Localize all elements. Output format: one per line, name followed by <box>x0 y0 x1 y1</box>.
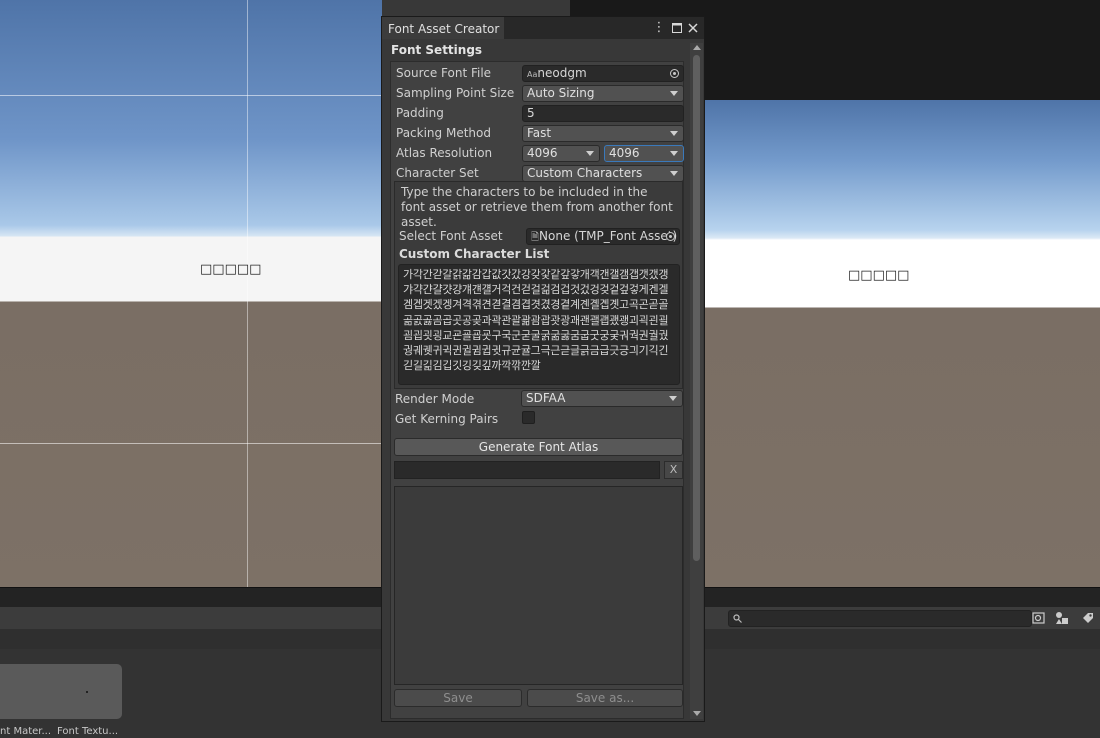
window-menu-button[interactable]: ⋮ <box>651 19 667 37</box>
output-feedback-area <box>394 486 683 685</box>
sampling-point-size-label: Sampling Point Size <box>396 86 515 100</box>
atlas-resolution-label: Atlas Resolution <box>396 146 493 160</box>
sampling-value: Auto Sizing <box>527 86 595 100</box>
chevron-down-icon <box>670 131 678 136</box>
grid-line <box>247 0 248 587</box>
chevron-down-icon <box>670 151 678 156</box>
atlas-width-value: 4096 <box>527 146 558 160</box>
custom-character-list-textarea[interactable]: 가각간갇갈갉갊감갑값갓갔강갖갗같갚갛개객갠갤갬갭갯갰갱갸갹갼걀걋걍걔걘걜거걱건걷… <box>398 264 680 385</box>
missing-glyph-text: □□□□□ <box>848 268 910 283</box>
scroll-down-icon[interactable] <box>693 711 701 716</box>
object-picker-icon[interactable] <box>670 69 679 78</box>
atlas-height-value: 4096 <box>609 146 640 160</box>
sampling-point-size-dropdown[interactable]: Auto Sizing <box>522 85 684 102</box>
padding-field[interactable]: 5 <box>522 105 684 122</box>
search-by-label-button[interactable] <box>1052 609 1072 627</box>
filter-search-icon <box>1032 612 1045 624</box>
texture-dot <box>86 691 88 693</box>
scrollbar-thumb[interactable] <box>693 55 700 561</box>
font-file-icon: Aa <box>527 70 538 79</box>
packing-method-label: Packing Method <box>396 126 491 140</box>
source-font-field[interactable]: Aaneodgm <box>522 65 684 82</box>
render-mode-label: Render Mode <box>395 392 475 406</box>
chevron-down-icon <box>670 91 678 96</box>
render-mode-value: SDFAA <box>526 391 566 405</box>
chevron-down-icon <box>669 396 677 401</box>
search-icon <box>733 614 742 623</box>
scene-view-left[interactable]: □□□□□ <box>0 0 382 587</box>
label-button[interactable] <box>1078 609 1098 627</box>
asset-label[interactable]: Font Textu... <box>57 726 118 737</box>
custom-character-list-label: Custom Character List <box>399 247 550 261</box>
asset-thumbnail[interactable] <box>0 664 122 719</box>
save-button[interactable]: Save <box>394 689 522 707</box>
source-font-label: Source Font File <box>396 66 492 80</box>
kerning-label: Get Kerning Pairs <box>395 412 499 426</box>
maximize-icon <box>672 23 682 33</box>
scroll-up-icon[interactable] <box>693 45 701 50</box>
tag-icon <box>1083 613 1093 623</box>
close-icon <box>688 23 698 33</box>
padding-label: Padding <box>396 106 444 120</box>
object-picker-icon[interactable] <box>666 232 675 241</box>
kerning-checkbox[interactable] <box>522 411 535 424</box>
section-title: Font Settings <box>391 43 483 57</box>
search-input[interactable] <box>728 610 1032 627</box>
charset-value: Custom Characters <box>527 166 643 180</box>
atlas-width-dropdown[interactable]: 4096 <box>522 145 600 162</box>
character-set-label: Character Set <box>396 166 479 180</box>
select-font-asset-label: Select Font Asset <box>399 229 503 243</box>
grid-line <box>0 95 382 96</box>
character-set-box: Type the characters to be included in th… <box>394 181 683 389</box>
atlas-height-dropdown[interactable]: 4096 <box>604 145 684 162</box>
window-tab[interactable]: Font Asset Creator <box>382 17 504 39</box>
scene-view-right[interactable]: □□□□□ <box>703 100 1100 587</box>
grid-line <box>0 443 382 444</box>
chevron-down-icon <box>670 171 678 176</box>
character-set-dropdown[interactable]: Custom Characters <box>522 165 684 182</box>
clear-button[interactable]: X <box>664 461 683 479</box>
shapes-icon <box>1056 612 1068 624</box>
generate-font-atlas-button[interactable]: Generate Font Atlas <box>394 438 683 456</box>
render-mode-dropdown[interactable]: SDFAA <box>521 390 683 407</box>
font-asset-creator-window: Font Asset Creator ⋮ Font Settings Sourc… <box>381 16 705 722</box>
packing-value: Fast <box>527 126 552 140</box>
file-icon: 🗎 <box>531 232 540 243</box>
vertical-scrollbar[interactable] <box>690 43 703 719</box>
close-button[interactable] <box>685 19 701 37</box>
search-by-type-button[interactable] <box>1029 609 1049 627</box>
progress-bar <box>394 461 660 479</box>
packing-method-dropdown[interactable]: Fast <box>522 125 684 142</box>
select-font-asset-value: None (TMP_Font Asset) <box>539 229 678 243</box>
save-as-button[interactable]: Save as... <box>527 689 683 707</box>
source-font-value: neodgm <box>537 66 587 80</box>
asset-label[interactable]: nt Mater... <box>0 726 51 737</box>
maximize-button[interactable] <box>669 19 685 37</box>
help-text: Type the characters to be included in th… <box>401 185 673 229</box>
select-font-asset-field[interactable]: 🗎None (TMP_Font Asset) <box>526 228 680 245</box>
missing-glyph-text: □□□□□ <box>200 262 262 277</box>
chevron-down-icon <box>586 151 594 156</box>
